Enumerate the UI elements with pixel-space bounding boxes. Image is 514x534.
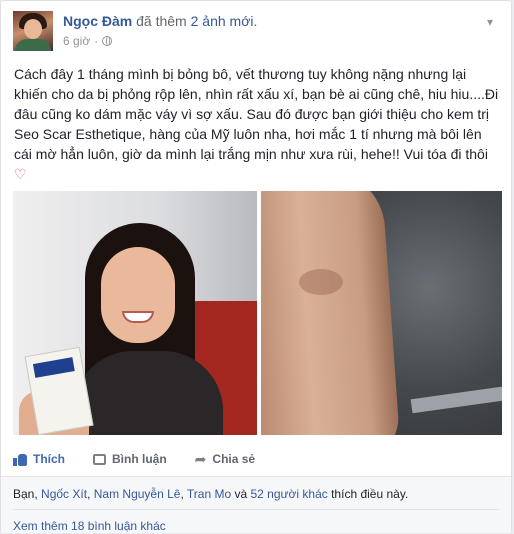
photo-arm-skin: [261, 191, 401, 435]
comment-button[interactable]: Bình luận: [93, 452, 167, 466]
post-footer: Bạn, Ngốc Xít, Nam Nguyễn Lê, Tran Mo và…: [1, 476, 511, 533]
comment-label: Bình luận: [112, 452, 167, 466]
post-timestamp[interactable]: 6 giờ: [63, 34, 90, 48]
avatar-shirt: [15, 39, 51, 51]
comment-icon: [93, 453, 106, 465]
globe-icon[interactable]: [102, 36, 113, 46]
chevron-down-icon[interactable]: ▾: [483, 15, 497, 29]
new-photos-link[interactable]: 2 ảnh mới: [191, 13, 254, 29]
post-action-text: đã thêm: [132, 13, 191, 29]
photo-scar: [299, 269, 343, 295]
liker-link-2[interactable]: Nam Nguyễn Lê: [94, 487, 181, 501]
footer-divider: [13, 509, 499, 510]
liker-link-1[interactable]: Ngốc Xít: [41, 487, 87, 501]
photo-selfie[interactable]: [13, 191, 257, 435]
author-name[interactable]: Ngọc Đàm: [63, 13, 132, 29]
photo-body: [73, 351, 223, 435]
like-icon: [13, 452, 27, 466]
post-meta: 6 giờ ·: [63, 34, 113, 48]
photo-face: [101, 247, 175, 343]
share-icon: ➦: [194, 451, 207, 467]
share-button[interactable]: ➦ Chia sẻ: [195, 452, 255, 466]
meta-separator: ·: [94, 34, 99, 48]
view-more-comments-link[interactable]: Xem thêm 18 bình luận khác: [13, 519, 166, 533]
post-header: Ngọc Đàm đã thêm 2 ảnh mới.: [63, 13, 257, 29]
avatar[interactable]: [13, 11, 53, 51]
action-bar: Thích Bình luận ➦ Chia sẻ: [13, 447, 283, 471]
photo-arm[interactable]: [261, 191, 502, 435]
like-label: Thích: [33, 452, 65, 466]
liker-link-3[interactable]: Tran Mo: [187, 487, 231, 501]
likes-and: và: [231, 487, 251, 501]
post-body-text: Cách đây 1 tháng mình bị bỏng bô, vết th…: [14, 66, 499, 162]
likes-prefix: Bạn,: [13, 487, 42, 501]
likes-sep-1: ,: [87, 487, 94, 501]
post-card: Ngọc Đàm đã thêm 2 ảnh mới. 6 giờ · ▾ Cá…: [0, 0, 512, 533]
share-label: Chia sẻ: [212, 452, 256, 466]
like-button[interactable]: Thích: [13, 452, 65, 466]
likes-suffix: thích điều này.: [327, 487, 409, 501]
likers-others-link[interactable]: 52 người khác: [250, 487, 327, 501]
post-action-suffix: .: [253, 13, 258, 29]
post-body: Cách đây 1 tháng mình bị bỏng bô, vết th…: [14, 64, 502, 184]
heart-icon: ♡: [14, 166, 27, 182]
likes-summary: Bạn, Ngốc Xít, Nam Nguyễn Lê, Tran Mo và…: [13, 487, 408, 501]
avatar-face: [24, 19, 42, 39]
